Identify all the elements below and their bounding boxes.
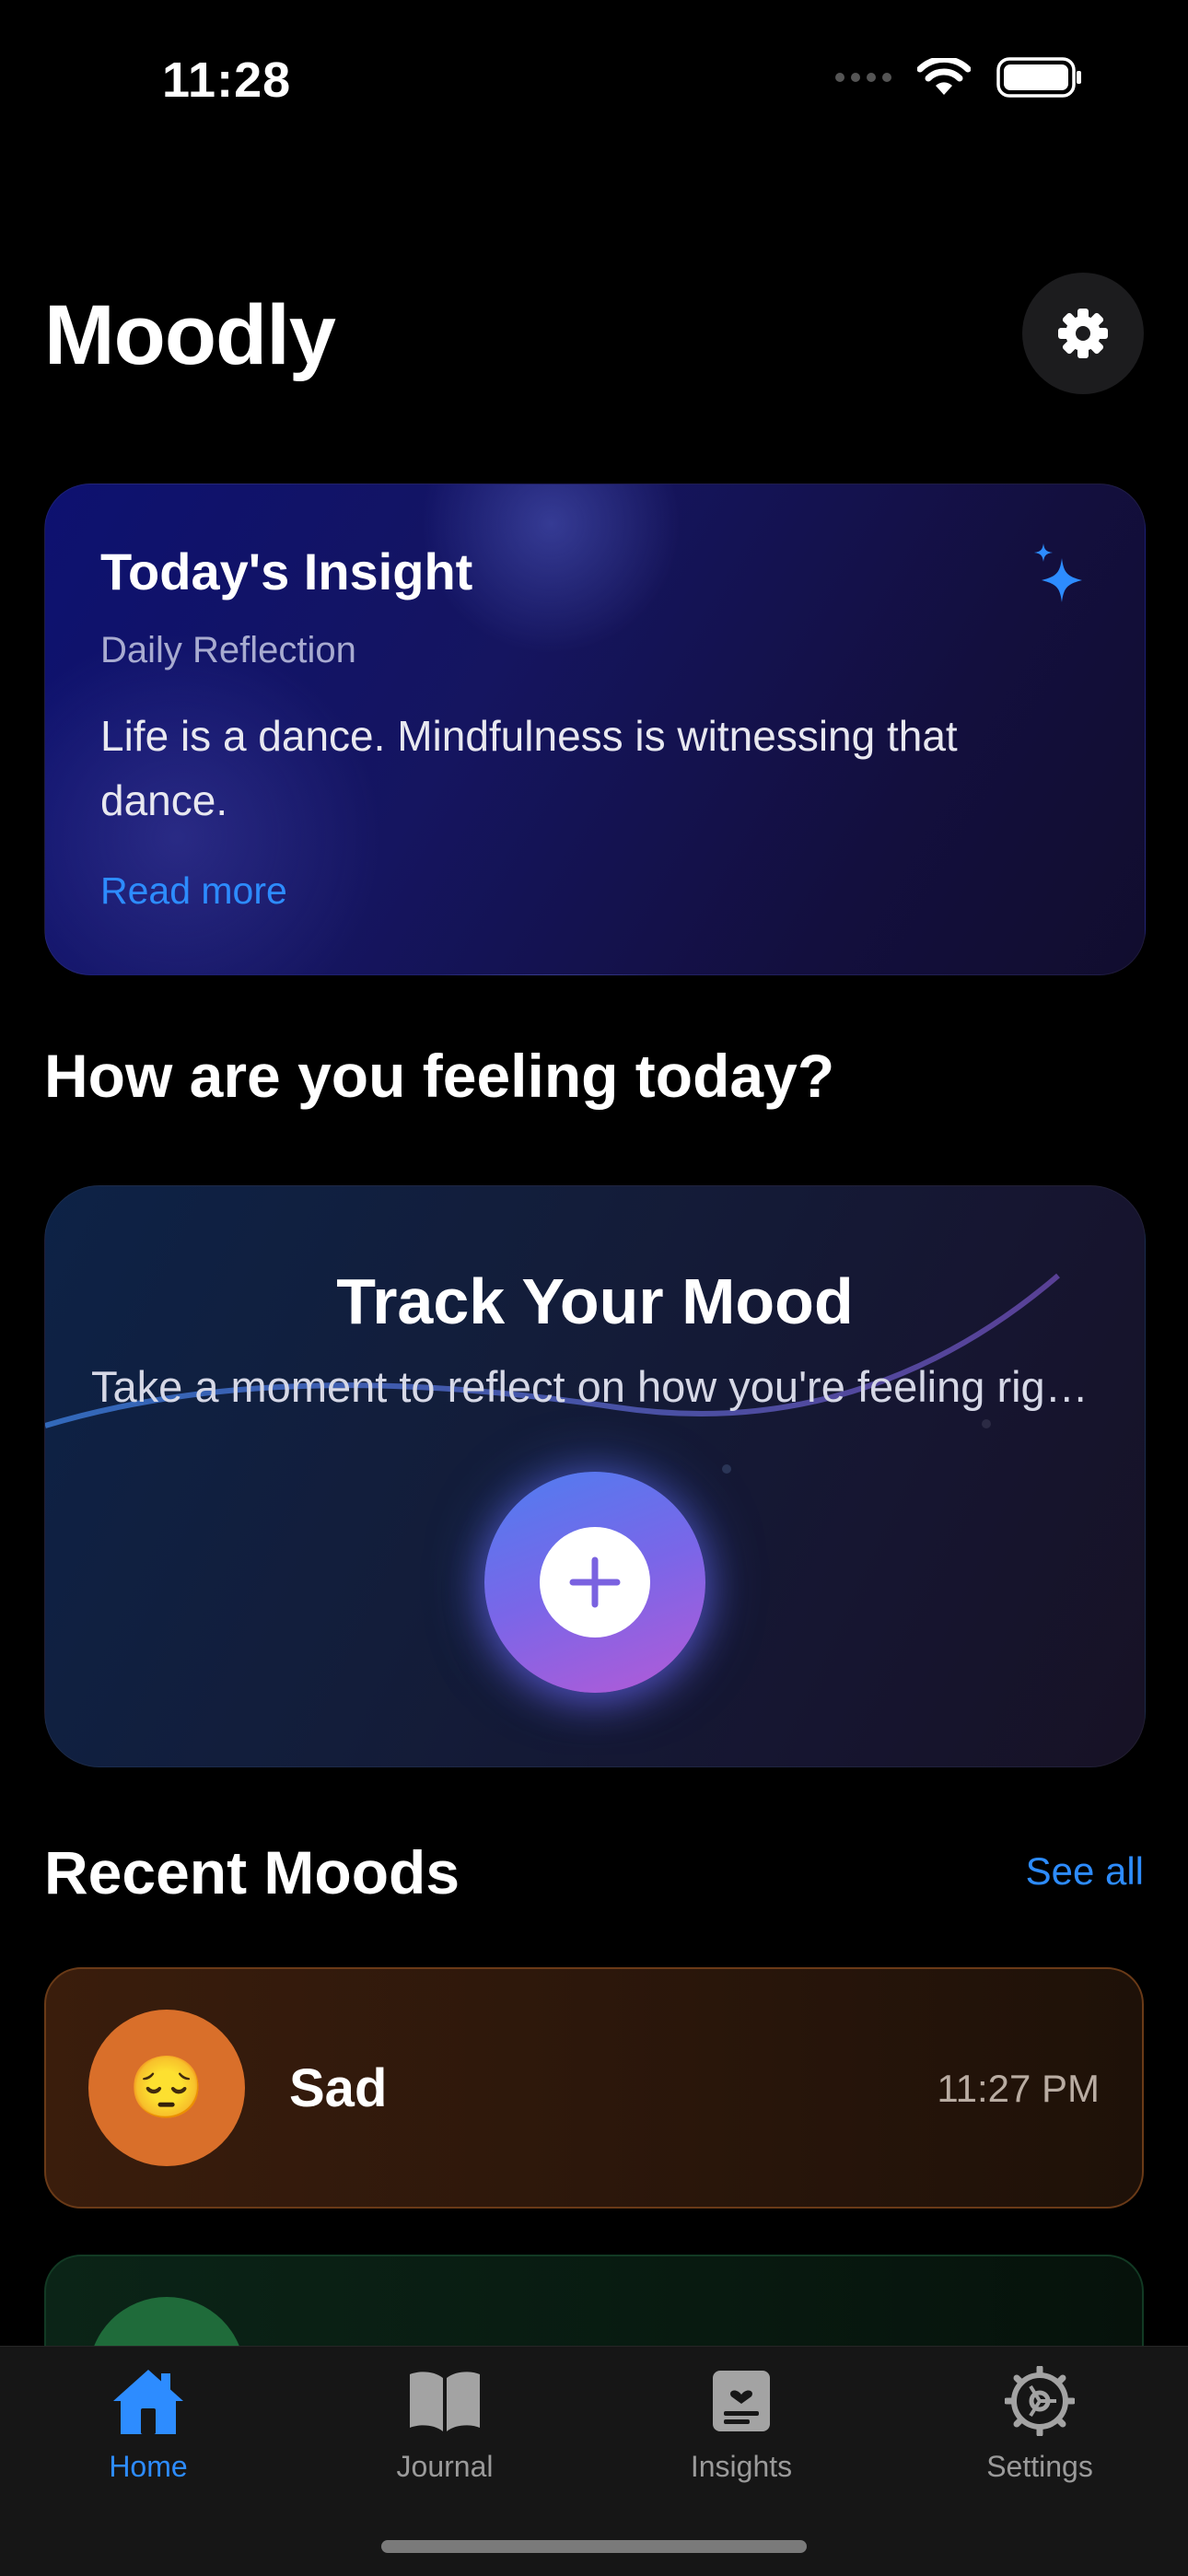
mood-label: Sad [289, 2058, 388, 2118]
gear-icon [1058, 309, 1108, 358]
recent-moods-heading: Recent Moods [44, 1838, 460, 1906]
insight-subtitle: Daily Reflection [100, 630, 356, 670]
status-icons [835, 57, 1083, 98]
mood-emoji-avatar: 😔 [88, 2010, 245, 2166]
tab-settings[interactable]: Settings [891, 2347, 1188, 2531]
mood-entry-card[interactable]: 😔 Sad 11:27 PM [44, 1967, 1144, 2209]
tab-insights[interactable]: Insights [593, 2347, 890, 2531]
status-time: 11:28 [162, 52, 292, 108]
read-more-link[interactable]: Read more [100, 869, 287, 913]
track-subtitle: Take a moment to reflect on how you're f… [91, 1362, 1099, 1411]
insight-text: Life is a dance. Mindfulness is witnessi… [100, 712, 958, 824]
home-indicator [381, 2540, 807, 2553]
book-icon [406, 2363, 483, 2439]
tab-home[interactable]: Home [0, 2347, 297, 2531]
tab-label: Home [109, 2450, 188, 2483]
battery-icon [996, 57, 1081, 98]
settings-button[interactable] [1022, 273, 1144, 394]
track-mood-card: Track Your Mood Take a moment to reflect… [44, 1185, 1146, 1767]
insight-card[interactable]: Today's Insight Daily Reflection Life is… [44, 484, 1146, 975]
gear-icon [1005, 2363, 1075, 2439]
insight-title: Today's Insight [100, 542, 473, 600]
page-title: Moodly [44, 288, 336, 382]
plus-icon [540, 1527, 650, 1638]
journal-heart-icon [711, 2363, 772, 2439]
cellular-signal-icon [835, 73, 891, 82]
wifi-icon [917, 58, 971, 95]
mood-question-heading: How are you feeling today? [44, 1042, 835, 1110]
track-title: Track Your Mood [336, 1265, 854, 1337]
sparkles-icon [1034, 543, 1082, 602]
tab-label: Settings [986, 2450, 1093, 2483]
house-icon [110, 2363, 187, 2439]
tab-label: Insights [690, 2450, 793, 2483]
mood-time: 11:27 PM [937, 2067, 1100, 2110]
tab-journal[interactable]: Journal [297, 2347, 593, 2531]
see-all-link[interactable]: See all [1026, 1849, 1144, 1894]
tab-label: Journal [396, 2450, 494, 2483]
add-mood-button[interactable] [484, 1472, 705, 1693]
